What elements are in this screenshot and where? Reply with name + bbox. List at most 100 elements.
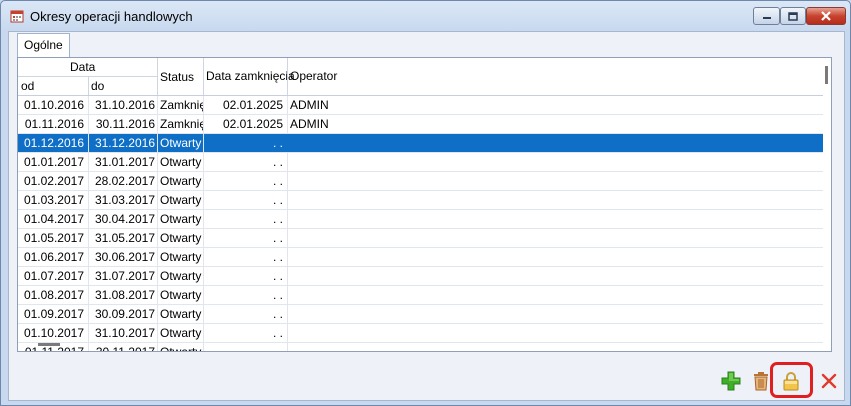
cell-operator xyxy=(287,305,823,323)
cell-data-zamkniecia: . . xyxy=(203,267,287,285)
cell-status: Otwarty xyxy=(157,191,203,209)
cell-data-zamkniecia: . . xyxy=(203,134,287,152)
cell-do: 31.01.2017 xyxy=(88,153,157,171)
column-header-od[interactable]: od xyxy=(21,79,34,93)
cell-operator xyxy=(287,134,823,152)
cell-operator xyxy=(287,210,823,228)
header-divider xyxy=(88,76,89,95)
cell-do: 31.05.2017 xyxy=(88,229,157,247)
table-row[interactable]: 01.02.2017 28.02.2017 Otwarty. . xyxy=(18,172,823,191)
scrollbar-thumb[interactable] xyxy=(825,66,828,84)
cell-od: 01.03.2017 xyxy=(23,193,84,207)
cell-operator xyxy=(287,267,823,285)
table-row[interactable]: 01.10.2017 31.10.2017 Otwarty. . xyxy=(18,324,823,343)
cell-status: Zamknięt xyxy=(157,96,203,114)
cell-do: 31.03.2017 xyxy=(88,191,157,209)
cell-data-zamkniecia: 02.01.2025 xyxy=(203,96,287,114)
cell-do: 30.11.2017 xyxy=(88,343,157,351)
cell-status: Otwarty xyxy=(157,324,203,342)
maximize-button[interactable] xyxy=(780,7,806,25)
lock-button-highlight xyxy=(770,362,813,398)
cell-od: 01.11.2016 xyxy=(24,117,84,131)
table-row[interactable]: 01.07.2017 31.07.2017 Otwarty. . xyxy=(18,267,823,286)
cell-do: 28.02.2017 xyxy=(88,172,157,190)
table-row[interactable]: 01.06.2017 30.06.2017 Otwarty. . xyxy=(18,248,823,267)
cell-do: 30.11.2016 xyxy=(88,115,157,133)
table-row[interactable]: 01.03.2017 31.03.2017 Otwarty. . xyxy=(18,191,823,210)
close-window-button[interactable] xyxy=(806,7,846,25)
cell-operator: ADMIN xyxy=(287,96,823,114)
header-divider xyxy=(203,58,204,95)
cell-status: Otwarty xyxy=(157,343,203,351)
cell-od: 01.01.2017 xyxy=(23,155,84,169)
cell-operator xyxy=(287,248,823,266)
table-row[interactable]: 01.11.2016 30.11.2016Zamknięt02.01.2025AD… xyxy=(18,115,823,134)
cell-operator xyxy=(287,229,823,247)
cell-data-zamkniecia: . . xyxy=(203,172,287,190)
minimize-button[interactable] xyxy=(753,7,780,25)
table-row[interactable]: 01.10.2016 31.10.2016Zamknięt02.01.2025AD… xyxy=(18,96,823,115)
table-row[interactable]: 01.11.2017 30.11.2017 Otwarty xyxy=(18,343,823,351)
vertical-scrollbar[interactable] xyxy=(823,58,831,351)
cell-operator: ADMIN xyxy=(287,115,823,133)
cell-operator xyxy=(287,324,823,342)
maximize-icon xyxy=(781,8,805,24)
cancel-button[interactable] xyxy=(818,370,840,392)
cell-od: 01.10.2016 xyxy=(23,98,84,112)
cell-do: 31.12.2016 xyxy=(88,134,157,152)
column-header-operator[interactable]: Operator xyxy=(290,69,337,83)
cell-do: 31.08.2017 xyxy=(88,286,157,304)
periods-grid[interactable]: Data od do Status Data zamknięcia Operat… xyxy=(17,57,832,352)
cell-data-zamkniecia: . . xyxy=(203,324,287,342)
cell-do: 30.06.2017 xyxy=(88,248,157,266)
column-header-data-zamkniecia[interactable]: Data zamknięcia xyxy=(206,69,295,83)
table-row[interactable]: 01.04.2017 30.04.2017 Otwarty. . xyxy=(18,210,823,229)
delete-button[interactable] xyxy=(750,370,772,392)
cell-data-zamkniecia: . . xyxy=(203,305,287,323)
cell-status: Otwarty xyxy=(157,286,203,304)
cell-operator xyxy=(287,286,823,304)
horizontal-scrollbar-thumb[interactable] xyxy=(38,343,60,346)
cell-data-zamkniecia: . . xyxy=(203,153,287,171)
add-button[interactable] xyxy=(720,370,742,392)
table-row[interactable]: 01.09.2017 30.09.2017 Otwarty. . xyxy=(18,305,823,324)
cell-od: 01.04.2017 xyxy=(23,212,84,226)
header-divider xyxy=(287,58,288,95)
trash-icon xyxy=(754,372,768,391)
cell-od: 01.05.2017 xyxy=(23,231,84,245)
cell-data-zamkniecia: . . xyxy=(203,210,287,228)
table-row[interactable]: 01.01.2017 31.01.2017 Otwarty. . xyxy=(18,153,823,172)
cell-status: Zamknięt xyxy=(157,115,203,133)
cell-od: 01.02.2017 xyxy=(23,174,84,188)
cell-od: 01.08.2017 xyxy=(23,288,84,302)
cell-operator xyxy=(287,191,823,209)
table-row[interactable]: 01.08.2017 31.08.2017 Otwarty. . xyxy=(18,286,823,305)
cell-status: Otwarty xyxy=(157,229,203,247)
cell-data-zamkniecia: . . xyxy=(203,229,287,247)
column-header-status[interactable]: Status xyxy=(160,70,194,84)
cell-operator xyxy=(287,172,823,190)
cell-data-zamkniecia: . . xyxy=(203,191,287,209)
cell-data-zamkniecia: . . xyxy=(203,248,287,266)
header-divider xyxy=(157,58,158,95)
minimize-icon xyxy=(754,8,779,24)
window: Okresy operacji handlowych Ogólne Data o… xyxy=(0,0,851,406)
table-row[interactable]: 01.05.2017 31.05.2017 Otwarty. . xyxy=(18,229,823,248)
cell-od: 01.07.2017 xyxy=(23,269,84,283)
cell-do: 30.09.2017 xyxy=(88,305,157,323)
cell-operator xyxy=(287,153,823,171)
table-row[interactable]: 01.12.2016 31.12.2016 Otwarty. . xyxy=(18,134,823,153)
grid-rows: 01.10.2016 31.10.2016Zamknięt02.01.2025AD… xyxy=(18,96,823,351)
header-group-data: Data xyxy=(70,60,96,74)
cell-status: Otwarty xyxy=(157,267,203,285)
column-header-do[interactable]: do xyxy=(91,79,104,93)
cell-od: 01.09.2017 xyxy=(23,307,84,321)
cell-do: 31.10.2017 xyxy=(88,324,157,342)
cell-status: Otwarty xyxy=(157,305,203,323)
cell-od: 01.12.2016 xyxy=(23,136,84,150)
close-icon xyxy=(807,8,845,24)
cell-do: 30.04.2017 xyxy=(88,210,157,228)
cell-status: Otwarty xyxy=(157,153,203,171)
cell-data-zamkniecia: . . xyxy=(203,286,287,304)
tab-ogolne[interactable]: Ogólne xyxy=(17,33,70,58)
